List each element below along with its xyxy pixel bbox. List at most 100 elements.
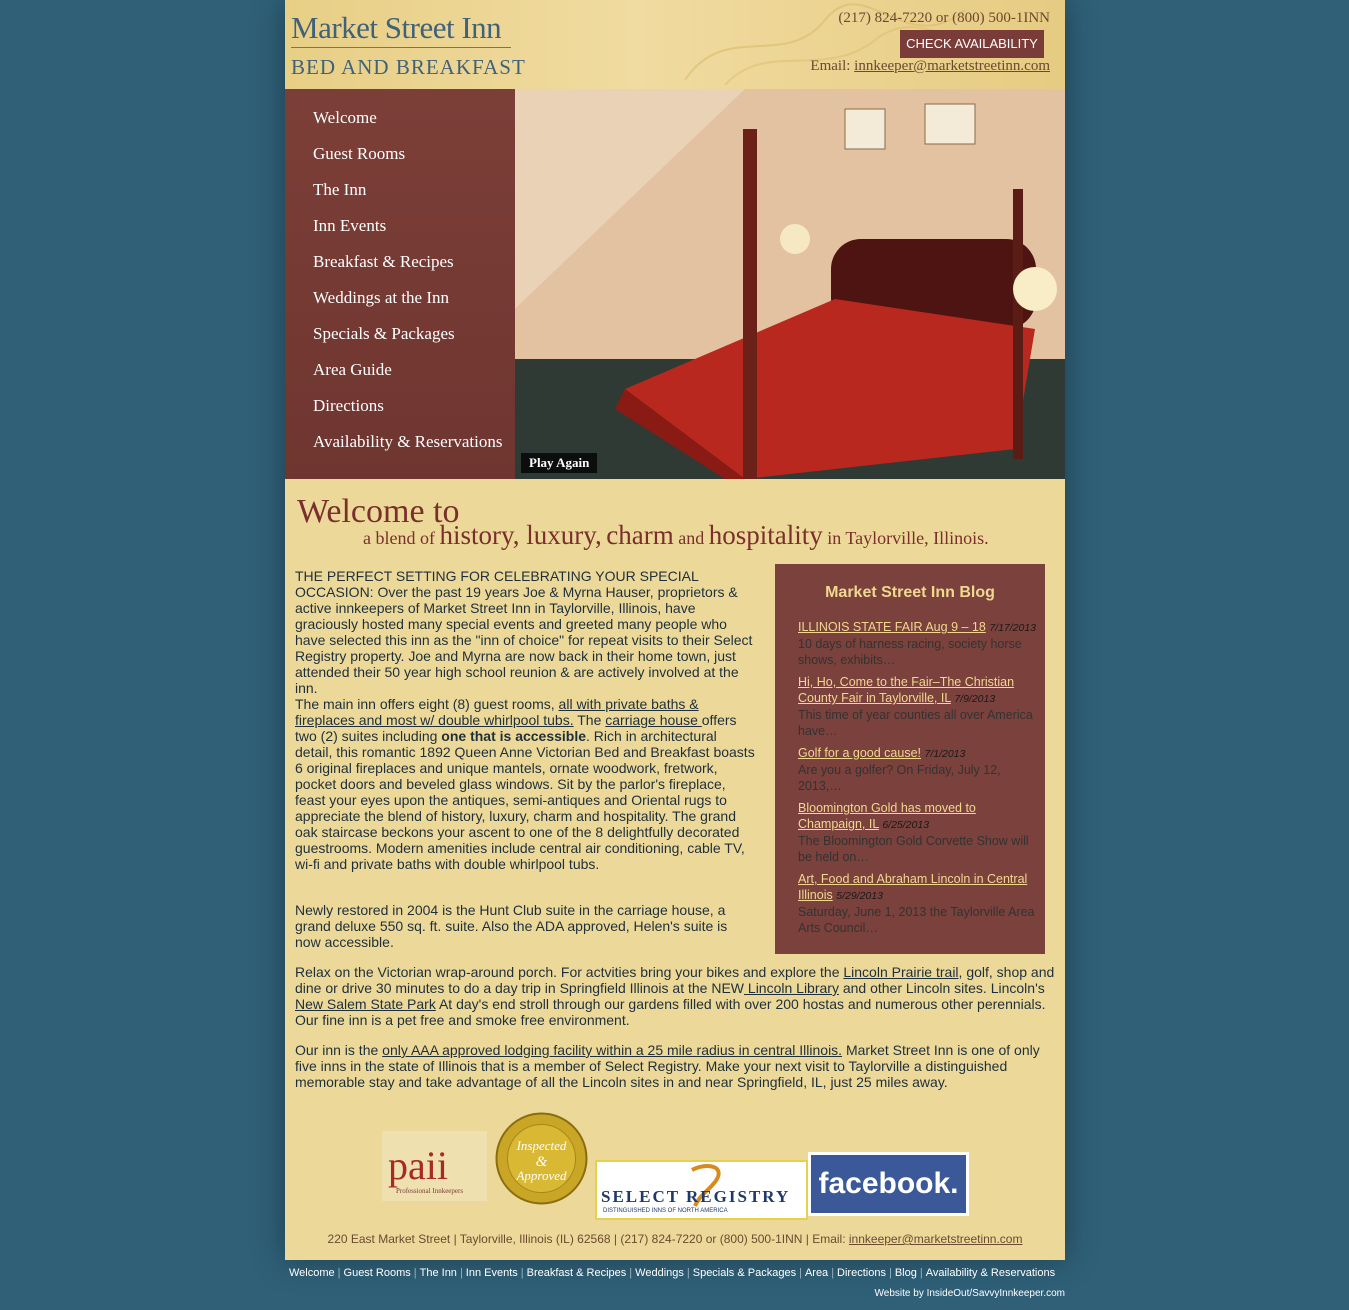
blog-entry-excerpt: The Bloomington Gold Corvette Show will …	[798, 834, 1029, 864]
footer-link-breakfast[interactable]: Breakfast & Recipes	[527, 1267, 627, 1279]
paii-logo[interactable]: paii Professional Innkeepers	[382, 1131, 487, 1201]
lincoln-prairie-trail-link[interactable]: Lincoln Prairie trail	[843, 964, 958, 980]
separator: |	[799, 1267, 802, 1279]
aaa-approved-link[interactable]: only AAA approved lodging facility withi…	[382, 1042, 842, 1058]
header: Market Street Inn BED AND BREAKFAST (217…	[285, 0, 1065, 89]
blog-entry-date: 5/29/2013	[836, 890, 883, 902]
separator: |	[888, 1267, 892, 1279]
separator: |	[520, 1267, 524, 1279]
blog-entry-excerpt: This time of year counties all over Amer…	[798, 708, 1033, 738]
text-span: and other Lincoln sites. Lincoln's	[838, 980, 1045, 996]
play-again-button[interactable]: Play Again	[521, 453, 598, 473]
blog-entry: Art, Food and Abraham Lincoln in Central…	[798, 871, 1040, 936]
lincoln-library-link[interactable]: Lincoln Library	[744, 980, 839, 996]
new-salem-link[interactable]: New Salem State Park	[295, 996, 436, 1012]
inspected-approved-badge[interactable]: Inspected & Approved	[495, 1112, 588, 1205]
footer-link-blog[interactable]: Blog	[895, 1267, 917, 1279]
blog-entry-date: 7/17/2013	[989, 622, 1037, 634]
separator: |	[459, 1267, 463, 1279]
nav-item-breakfast-recipes[interactable]: Breakfast & Recipes	[313, 252, 454, 272]
hero-slideshow: Play Again	[515, 89, 1065, 479]
paragraph-3: Newly restored in 2004 is the Hunt Club …	[295, 902, 728, 950]
blog-entry-date: 6/25/2013	[882, 819, 930, 831]
nav-item-directions[interactable]: Directions	[313, 396, 384, 416]
nav-item-inn-events[interactable]: Inn Events	[313, 216, 386, 236]
footer-link-weddings[interactable]: Weddings	[635, 1267, 684, 1279]
nav-item-guest-rooms[interactable]: Guest Rooms	[313, 144, 405, 164]
blog-entry: Bloomington Gold has moved to Champaign,…	[798, 800, 1040, 865]
nav-item-welcome[interactable]: Welcome	[313, 108, 377, 128]
footer-nav: Welcome | Guest Rooms | The Inn | Inn Events | B…	[289, 1267, 1055, 1279]
blog-entry-excerpt: Are you a golfer? On Friday, July 12, 20…	[798, 763, 1001, 793]
separator: |	[413, 1267, 417, 1279]
email-label: Email:	[810, 58, 851, 74]
tagline-charm: charm	[606, 520, 674, 550]
check-availability-button[interactable]: CHECK AVAILABILITY	[900, 30, 1044, 58]
footer-link-availability[interactable]: Availability & Reservations	[926, 1267, 1055, 1279]
footer-link-inn-events[interactable]: Inn Events	[466, 1267, 518, 1279]
separator: |	[919, 1267, 923, 1279]
footer-link-area[interactable]: Area	[805, 1267, 828, 1279]
blog-entry-link[interactable]: Golf for a good cause!	[798, 746, 921, 760]
header-email: Email: innkeeper@marketstreetinn.com	[810, 58, 1050, 75]
tagline-a-blend-of: a blend of	[363, 528, 435, 548]
footer-link-directions[interactable]: Directions	[837, 1267, 886, 1279]
logo-divider	[291, 47, 511, 48]
separator: |	[831, 1267, 835, 1279]
email-link[interactable]: innkeeper@marketstreetinn.com	[854, 58, 1050, 74]
paragraph-2: The main inn offers eight (8) guest room…	[295, 696, 755, 872]
footer-link-welcome[interactable]: Welcome	[289, 1267, 335, 1279]
blog-entries: ILLINOIS STATE FAIR Aug 9 – 18 7/17/2013…	[798, 619, 1040, 942]
site-credit[interactable]: Website by InsideOut/SavvyInnkeeper.com	[875, 1288, 1065, 1299]
select-registry-subtext: DISTINGUISHED INNS OF NORTH AMERICA	[603, 1208, 728, 1214]
paii-subtext: Professional Innkeepers	[396, 1187, 463, 1195]
blog-entry-date: 7/1/2013	[924, 748, 966, 760]
badge-line3: Approved	[515, 1168, 567, 1183]
paragraph-4: Relax on the Victorian wrap-around porch…	[295, 964, 1055, 1028]
footer-link-guest-rooms[interactable]: Guest Rooms	[344, 1267, 411, 1279]
badge-line1: Inspected	[516, 1138, 567, 1153]
separator: |	[337, 1267, 341, 1279]
paragraph-1: THE PERFECT SETTING FOR CELEBRATING YOUR…	[295, 568, 753, 696]
main-nav: Welcome Guest Rooms The Inn Inn Events B…	[285, 89, 515, 479]
footer-address: 220 East Market Street | Taylorville, Il…	[285, 1232, 1065, 1246]
paii-text: paii	[388, 1143, 448, 1188]
text-span: The	[573, 712, 606, 728]
select-registry-text: SELECT REGISTRY	[601, 1187, 790, 1206]
blog-entry: Hi, Ho, Come to the Fair–The Christian C…	[798, 674, 1040, 739]
footer-link-the-inn[interactable]: The Inn	[420, 1267, 457, 1279]
logo-subtitle: BED AND BREAKFAST	[291, 55, 526, 79]
tagline-in-taylorville: in Taylorville, Illinois.	[827, 528, 989, 548]
address-text: 220 East Market Street | Taylorville, Il…	[327, 1232, 849, 1246]
separator: |	[629, 1267, 633, 1279]
welcome-tagline: a blend of history, luxury, charm and ho…	[363, 520, 989, 551]
facebook-logo[interactable]: facebook.	[808, 1152, 969, 1216]
accessible-emphasis: one that is accessible	[441, 728, 587, 744]
nav-item-specials[interactable]: Specials & Packages	[313, 324, 455, 344]
blog-entry-link[interactable]: Art, Food and Abraham Lincoln in Central…	[798, 872, 1027, 902]
blog-entry-link[interactable]: ILLINOIS STATE FAIR Aug 9 – 18	[798, 620, 986, 634]
nav-item-area-guide[interactable]: Area Guide	[313, 360, 392, 380]
paragraph-5: Our inn is the only AAA approved lodging…	[295, 1042, 1055, 1090]
carriage-house-link[interactable]: carriage house	[605, 712, 702, 728]
blog-title: Market Street Inn Blog	[825, 584, 995, 601]
blog-entry: ILLINOIS STATE FAIR Aug 9 – 18 7/17/2013…	[798, 619, 1040, 668]
bedroom-photo	[515, 89, 1065, 479]
tagline-hospitality: hospitality	[708, 520, 823, 550]
logo-title[interactable]: Market Street Inn	[291, 10, 502, 46]
page-container: Market Street Inn BED AND BREAKFAST (217…	[285, 0, 1065, 1260]
nav-item-the-inn[interactable]: The Inn	[313, 180, 366, 200]
intro-text: THE PERFECT SETTING FOR CELEBRATING YOUR…	[295, 568, 755, 950]
text-span: Relax on the Victorian wrap-around porch…	[295, 964, 844, 980]
nav-item-weddings[interactable]: Weddings at the Inn	[313, 288, 449, 308]
blog-entry-excerpt: Saturday, June 1, 2013 the Taylorville A…	[798, 905, 1035, 935]
select-registry-logo[interactable]: SELECT REGISTRY DISTINGUISHED INNS OF NO…	[595, 1160, 808, 1220]
text-span: . Rich in architectural detail, this rom…	[295, 728, 755, 872]
nav-item-availability[interactable]: Availability & Reservations	[313, 432, 502, 452]
text-span: Our inn is the	[295, 1042, 383, 1058]
blog-panel: Market Street Inn Blog ILLINOIS STATE FA…	[775, 564, 1045, 954]
header-phone: (217) 824-7220 or (800) 500-1INN	[838, 10, 1050, 26]
tagline-and: and	[678, 528, 705, 548]
footer-link-specials[interactable]: Specials & Packages	[693, 1267, 796, 1279]
footer-email-link[interactable]: innkeeper@marketstreetinn.com	[849, 1232, 1023, 1246]
